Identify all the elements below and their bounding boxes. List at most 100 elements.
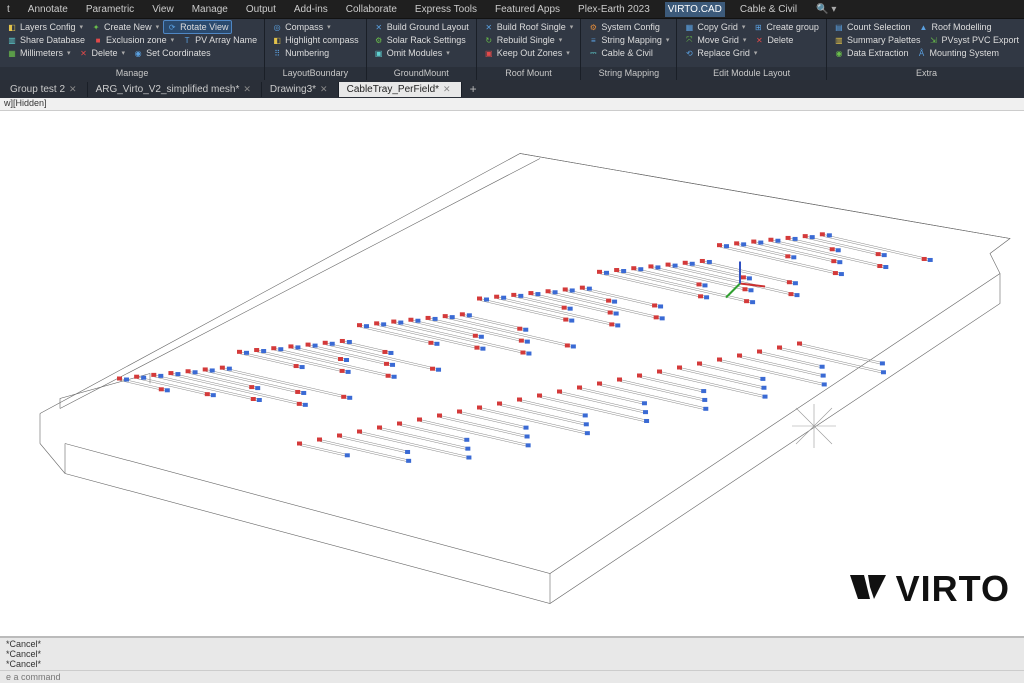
cmd-label: Millimeters [20, 48, 63, 58]
keep-out-zones-icon: ▣ [484, 48, 494, 58]
cmd-data-extraction[interactable]: ◉Data Extraction [831, 47, 912, 59]
panel-title: Extra [827, 67, 1024, 80]
cmd-label: Create New [104, 22, 152, 32]
build-ground-layout-icon: ✕ [374, 22, 384, 32]
cmd-label: Layers Config [20, 22, 76, 32]
millimeters-icon: ▦ [7, 48, 17, 58]
menu-tab-cable-civil[interactable]: Cable & Civil [737, 2, 800, 17]
command-window[interactable]: *Cancel* *Cancel* *Cancel* e a command [0, 636, 1024, 683]
cmd-compass[interactable]: ◎Compass▾ [269, 21, 334, 33]
delete-icon: ✕ [754, 35, 764, 45]
view-compass[interactable] [784, 396, 844, 456]
chevron-down-icon: ▾ [327, 23, 331, 31]
cmd-delete[interactable]: ✕Delete [751, 34, 796, 46]
cmd-roof-modelling[interactable]: ▲Roof Modelling [916, 21, 995, 33]
vis-style-label: w][Hidden] [0, 98, 1024, 111]
cmd-create-group[interactable]: ⊞Create group [750, 21, 822, 33]
compass-icon: ◎ [272, 22, 282, 32]
build-roof-single-icon: ✕ [484, 22, 494, 32]
string-mapping-icon: ≡ [588, 35, 598, 45]
command-prompt[interactable]: e a command [0, 670, 1024, 683]
cmd-string-mapping[interactable]: ≡String Mapping▾ [585, 34, 672, 46]
create-new-icon: ✦ [91, 22, 101, 32]
ribbon: ◧Layers Config▾ ✦Create New ▾ ⟳Rotate View ▥… [0, 18, 1024, 80]
cmd-delete[interactable]: ✕Delete▾ [76, 47, 129, 59]
model-viewport[interactable]: VIRTO [0, 111, 1024, 636]
menu-tab-parametric[interactable]: Parametric [83, 2, 137, 17]
cmd-pv-array-name[interactable]: TPV Array Name [179, 34, 260, 46]
menu-tab-featured-apps[interactable]: Featured Apps [492, 2, 563, 17]
ribbon-panel-layoutboundary: ◎Compass▾◧Highlight compass⠿NumberingLay… [265, 19, 367, 80]
omit-modules-icon: ▣ [374, 48, 384, 58]
menu-tab-add-ins[interactable]: Add-ins [291, 2, 331, 17]
chevron-down-icon: ▾ [570, 23, 574, 31]
cmd-count-selection[interactable]: ▤Count Selection [831, 21, 914, 33]
cmd-build-roof-single[interactable]: ✕Build Roof Single▾ [481, 21, 577, 33]
chevron-down-icon: ▾ [446, 49, 450, 57]
doc-tab-label: Group test 2 [10, 84, 65, 95]
menu-tab-view[interactable]: View [149, 2, 177, 17]
close-icon[interactable]: ✕ [243, 84, 251, 95]
cmd-highlight-compass[interactable]: ◧Highlight compass [269, 34, 362, 46]
cmd-copy-grid[interactable]: ▦Copy Grid▾ [681, 21, 748, 33]
chevron-down-icon: ▾ [171, 36, 175, 44]
cmd-build-ground-layout[interactable]: ✕Build Ground Layout [371, 21, 472, 33]
cmd-label: Delete [767, 35, 793, 45]
search-icon[interactable]: 🔍 ▾ [816, 4, 836, 15]
cmd-exclusion-zone[interactable]: ■Exclusion zone▾ [90, 34, 177, 46]
menu-tab-express-tools[interactable]: Express Tools [412, 2, 480, 17]
cmd-rotate-view[interactable]: ⟳Rotate View [164, 21, 231, 33]
cmd-numbering[interactable]: ⠿Numbering [269, 47, 332, 59]
cmd-share-database[interactable]: ▥Share Database [4, 34, 88, 46]
cmd-pvsyst-pvc-export[interactable]: ⇲PVsyst PVC Export [925, 34, 1022, 46]
cmd-label: Rotate View [180, 22, 228, 32]
doc-tab-drawing3-[interactable]: Drawing3*✕ [262, 82, 339, 97]
ribbon-panel-edit-module-layout: ▦Copy Grid▾⊞Create group⤧Move Grid▾✕Dele… [677, 19, 827, 80]
close-icon[interactable]: ✕ [69, 84, 77, 95]
close-icon[interactable]: ✕ [320, 84, 328, 95]
doc-tab-group-test-2[interactable]: Group test 2 ✕ [2, 82, 88, 97]
cmd-rebuild-single[interactable]: ↻Rebuild Single▾ [481, 34, 566, 46]
cmd-label: Exclusion zone [106, 35, 167, 45]
cmd-label: Copy Grid [697, 22, 738, 32]
command-history: *Cancel* *Cancel* *Cancel* [0, 638, 1024, 670]
drawing-canvas[interactable] [0, 111, 1024, 636]
virto-logo-icon [848, 569, 888, 609]
chevron-down-icon: ▾ [742, 23, 746, 31]
count-selection-icon: ▤ [834, 22, 844, 32]
new-tab-button[interactable]: + [462, 82, 485, 96]
cmd-cable-civil[interactable]: ⎓Cable & Civil [585, 47, 656, 59]
menu-tab-virto-cad[interactable]: VIRTO.CAD [665, 2, 725, 17]
cmd-omit-modules[interactable]: ▣Omit Modules▾ [371, 47, 453, 59]
cmd-solar-rack-settings[interactable]: ⚙Solar Rack Settings [371, 34, 469, 46]
menu-tab-output[interactable]: Output [243, 2, 279, 17]
menu-tab-collaborate[interactable]: Collaborate [343, 2, 400, 17]
cmd-system-config[interactable]: ⚙System Config [585, 21, 663, 33]
cmd-summary-palettes[interactable]: ▥Summary Palettes [831, 34, 924, 46]
cable-civil-icon: ⎓ [588, 48, 598, 58]
ribbon-panel-groundmount: ✕Build Ground Layout⚙Solar Rack Settings… [367, 19, 477, 80]
close-icon[interactable]: ✕ [443, 84, 451, 95]
panel-title: Manage [0, 67, 264, 80]
cmd-move-grid[interactable]: ⤧Move Grid▾ [681, 34, 749, 46]
cmd-label: Replace Grid [697, 48, 750, 58]
chevron-down-icon: ▾ [156, 23, 160, 31]
menu-tab-plex-earth-2023[interactable]: Plex-Earth 2023 [575, 2, 653, 17]
cmd-mounting-system[interactable]: ÅMounting System [913, 47, 1002, 59]
cmd-millimeters[interactable]: ▦Millimeters▾ [4, 47, 74, 59]
cmd-keep-out-zones[interactable]: ▣Keep Out Zones▾ [481, 47, 573, 59]
cmd-label: PVsyst PVC Export [941, 35, 1019, 45]
cmd-label: Count Selection [847, 22, 911, 32]
cmd-create-new[interactable]: ✦Create New ▾ [88, 21, 162, 33]
doc-tab-cabletray-perfield-[interactable]: CableTray_PerField*✕ [339, 82, 462, 97]
ribbon-panel-extra: ▤Count Selection▲Roof Modelling▥Summary … [827, 19, 1024, 80]
doc-tab-arg-virto-v2-simplified-mesh-[interactable]: ARG_Virto_V2_simplified mesh*✕ [88, 82, 262, 97]
menu-tab-manage[interactable]: Manage [189, 2, 231, 17]
replace-grid-icon: ⟲ [684, 48, 694, 58]
cmd-set-coordinates[interactable]: ◉Set Coordinates [130, 47, 214, 59]
cmd-replace-grid[interactable]: ⟲Replace Grid▾ [681, 47, 760, 59]
menu-tab-t[interactable]: t [4, 2, 13, 17]
menu-tab-annotate[interactable]: Annotate [25, 2, 71, 17]
cmd-layers-config[interactable]: ◧Layers Config▾ [4, 21, 86, 33]
cmd-label: Roof Modelling [932, 22, 992, 32]
